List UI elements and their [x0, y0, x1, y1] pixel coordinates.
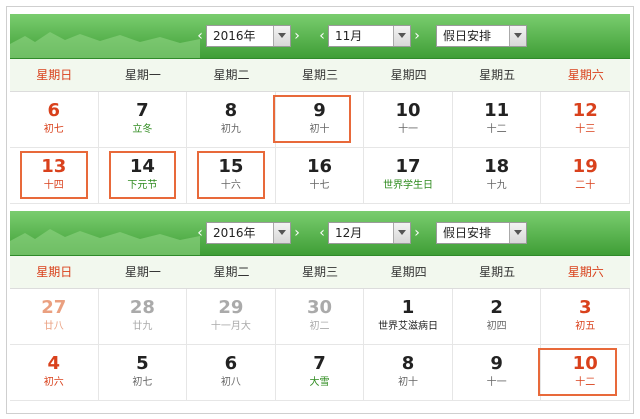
day-cell[interactable]: 1 世界艾滋病日	[364, 289, 453, 345]
day-cell[interactable]: 5 初七	[98, 345, 188, 401]
day-cell[interactable]: 16 十七	[275, 148, 365, 204]
day-cell[interactable]: 6 初八	[187, 345, 276, 401]
day-cell-selected[interactable]: 15 十六	[187, 148, 276, 204]
weekday-label: 星期六	[567, 68, 604, 82]
prev-year-icon[interactable]: ‹	[194, 225, 206, 241]
weekday-label: 星期二	[213, 68, 250, 82]
day-cell[interactable]: 10 十一	[364, 92, 453, 148]
month-nav: ‹ 11月 ›	[316, 25, 423, 47]
month-nav: ‹ 12月 ›	[316, 222, 423, 244]
day-cell[interactable]: 19 二十	[541, 148, 630, 204]
month-select[interactable]: 11月	[328, 25, 411, 47]
day-grid: 27 廿八 28 廿九 29 十一月大 30 初二 1 世界艾滋病日 2 初四 3 初五 4初…	[10, 289, 630, 401]
chevron-down-icon[interactable]	[509, 26, 526, 46]
weekday-label: 星期二	[213, 265, 250, 279]
day-cell[interactable]: 11 十二	[452, 92, 542, 148]
day-cell[interactable]: 6 初七	[10, 92, 99, 148]
day-cell[interactable]: 2 初四	[452, 289, 542, 345]
calendar-november: ‹ 2016年 › ‹ 11月 › 假日安排 星期日 星期一 星期二 星期三 星…	[10, 14, 630, 204]
holiday-nav: 假日安排	[436, 222, 527, 244]
calendar-header: ‹ 2016年 › ‹ 11月 › 假日安排	[10, 14, 630, 59]
weekday-label: 星期日	[36, 265, 73, 279]
prev-month-icon[interactable]: ‹	[316, 225, 328, 241]
prev-month-icon[interactable]: ‹	[316, 28, 328, 44]
holiday-select[interactable]: 假日安排	[436, 25, 527, 47]
chevron-down-icon[interactable]	[393, 26, 410, 46]
chevron-down-icon[interactable]	[273, 26, 290, 46]
year-nav: ‹ 2016年 ›	[194, 222, 303, 244]
day-cell[interactable]: 27 廿八	[10, 289, 99, 345]
weekday-label: 星期一	[124, 265, 161, 279]
day-cell[interactable]: 29 十一月大	[187, 289, 276, 345]
day-cell[interactable]: 7 立冬	[98, 92, 188, 148]
next-year-icon[interactable]: ›	[291, 28, 303, 44]
day-cell-selected[interactable]: 14 下元节	[98, 148, 188, 204]
day-cell[interactable]: 12 十三	[541, 92, 630, 148]
weekday-label: 星期三	[302, 265, 339, 279]
day-cell[interactable]: 3 初五	[541, 289, 630, 345]
calendar-december: ‹ 2016年 › ‹ 12月 › 假日安排 星期日 星期一 星期二 星期三 星…	[10, 211, 630, 401]
day-cell[interactable]: 7 大雪	[275, 345, 365, 401]
day-cell[interactable]: 9 十一	[452, 345, 542, 401]
day-cell[interactable]: 4 初六	[10, 345, 99, 401]
day-cell[interactable]: 8 初十	[364, 345, 453, 401]
day-cell-selected[interactable]: 10 十二	[538, 345, 630, 401]
weekday-label: 星期四	[390, 68, 427, 82]
mountain-decoration	[10, 229, 200, 255]
year-nav: ‹ 2016年 ›	[194, 25, 303, 47]
weekday-header: 星期日 星期一 星期二 星期三 星期四 星期五 星期六	[10, 256, 630, 289]
day-cell[interactable]: 8 初九	[187, 92, 276, 148]
next-month-icon[interactable]: ›	[411, 225, 423, 241]
holiday-nav: 假日安排	[436, 25, 527, 47]
chevron-down-icon[interactable]	[509, 223, 526, 243]
calendar-header: ‹ 2016年 › ‹ 12月 › 假日安排	[10, 211, 630, 256]
next-year-icon[interactable]: ›	[291, 225, 303, 241]
weekday-label: 星期五	[479, 265, 516, 279]
day-cell[interactable]: 28 廿九	[98, 289, 188, 345]
mountain-decoration	[10, 32, 200, 58]
day-cell-selected[interactable]: 13 十四	[10, 148, 99, 204]
day-cell[interactable]: 17 世界学生日	[364, 148, 453, 204]
chevron-down-icon[interactable]	[273, 223, 290, 243]
next-month-icon[interactable]: ›	[411, 28, 423, 44]
year-select[interactable]: 2016年	[206, 25, 291, 47]
weekday-label: 星期三	[302, 68, 339, 82]
year-select[interactable]: 2016年	[206, 222, 291, 244]
holiday-select[interactable]: 假日安排	[436, 222, 527, 244]
day-cell-selected[interactable]: 9 初十	[272, 92, 365, 148]
weekday-label: 星期日	[36, 68, 73, 82]
chevron-down-icon[interactable]	[393, 223, 410, 243]
month-select[interactable]: 12月	[328, 222, 411, 244]
weekday-label: 星期六	[567, 265, 604, 279]
weekday-label: 星期四	[390, 265, 427, 279]
day-cell[interactable]: 30 初二	[275, 289, 365, 345]
prev-year-icon[interactable]: ‹	[194, 28, 206, 44]
day-cell[interactable]: 18 十九	[452, 148, 542, 204]
day-grid: 6 初七 7 立冬 8 初九 9 初十 10 十一 11 十二 12 十三 13 十四 14 下元…	[10, 92, 630, 204]
weekday-label: 星期五	[479, 68, 516, 82]
weekday-header: 星期日 星期一 星期二 星期三 星期四 星期五 星期六	[10, 59, 630, 92]
weekday-label: 星期一	[124, 68, 161, 82]
